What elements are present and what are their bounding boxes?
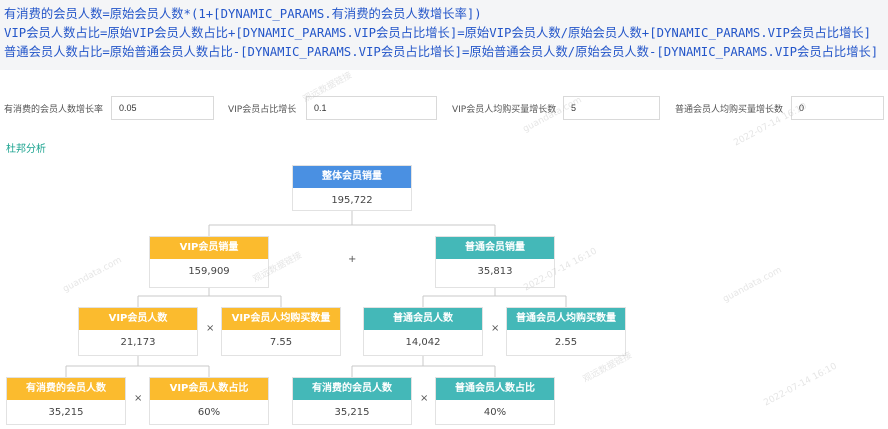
- node-value: 35,215: [48, 407, 84, 418]
- node-value: 2.55: [554, 337, 578, 348]
- node-vip-avg[interactable]: VIP会员人均购买数量 7.55: [221, 307, 341, 356]
- node-title: 普通会员人均购买数量: [507, 308, 625, 330]
- node-value: 7.55: [269, 337, 293, 348]
- node-normal-ratio[interactable]: 普通会员人数占比 40%: [435, 377, 555, 425]
- node-value: 195,722: [331, 195, 373, 206]
- node-normal-avg[interactable]: 普通会员人均购买数量 2.55: [506, 307, 626, 356]
- node-title: VIP会员销量: [150, 237, 268, 259]
- node-value: 40%: [483, 407, 507, 418]
- node-title: VIP会员人数占比: [150, 378, 268, 400]
- node-vip-ratio[interactable]: VIP会员人数占比 60%: [149, 377, 269, 425]
- node-vip-count[interactable]: VIP会员人数 21,173: [78, 307, 198, 356]
- node-title: 普通会员人数: [364, 308, 482, 330]
- node-value: 35,813: [477, 266, 513, 277]
- node-title: 有消费的会员人数: [7, 378, 125, 400]
- node-value: 35,215: [334, 407, 370, 418]
- node-title: 整体会员销量: [293, 166, 411, 188]
- tree-connectors: [65, 211, 567, 377]
- node-value: 21,173: [120, 337, 156, 348]
- node-title: 有消费的会员人数: [293, 378, 411, 400]
- node-title: VIP会员人数: [79, 308, 197, 330]
- node-title: 普通会员人数占比: [436, 378, 554, 400]
- node-title: VIP会员人均购买数量: [222, 308, 340, 330]
- node-normal-count[interactable]: 普通会员人数 14,042: [363, 307, 483, 356]
- node-normal-consumers[interactable]: 有消费的会员人数 35,215: [292, 377, 412, 425]
- times-operator: ×: [206, 323, 215, 334]
- node-vip-consumers[interactable]: 有消费的会员人数 35,215: [6, 377, 126, 425]
- node-vip-sales[interactable]: VIP会员销量 159,909: [149, 236, 269, 288]
- node-title: 普通会员销量: [436, 237, 554, 259]
- times-operator: ×: [134, 393, 143, 404]
- node-normal-sales[interactable]: 普通会员销量 35,813: [435, 236, 555, 288]
- node-total-sales[interactable]: 整体会员销量 195,722: [292, 165, 412, 211]
- times-operator: ×: [491, 323, 500, 334]
- times-operator: ×: [420, 393, 429, 404]
- plus-operator: +: [348, 254, 357, 265]
- node-value: 159,909: [188, 266, 230, 277]
- node-value: 60%: [197, 407, 221, 418]
- node-value: 14,042: [405, 337, 441, 348]
